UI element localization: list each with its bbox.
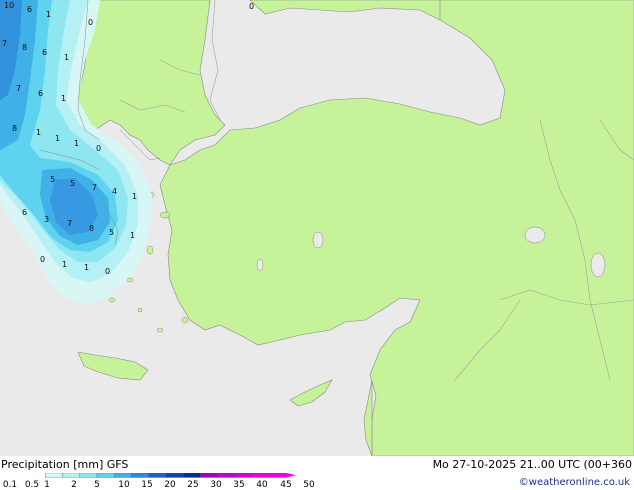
precip-value: 1 <box>46 10 51 19</box>
legend-label: 2 <box>71 480 77 490</box>
precip-value: 7 <box>67 219 72 228</box>
precip-value: 1 <box>130 231 135 240</box>
run-time: Mo 27-10-2025 21..00 UTC (00+360 <box>432 458 632 471</box>
legend-swatch <box>217 473 236 478</box>
legend-label: 15 <box>141 480 153 490</box>
precip-value: 1 <box>64 53 69 62</box>
precip-value: 5 <box>70 179 75 188</box>
legend-swatch <box>183 473 201 478</box>
legend-swatch <box>62 473 80 478</box>
precip-value: 8 <box>89 224 94 233</box>
legend-swatch <box>96 473 115 478</box>
legend-swatch <box>45 473 63 478</box>
precip-value: 7 <box>92 183 97 192</box>
precip-value: 7 <box>16 84 21 93</box>
legend-panel: Precipitation [mm] GFS Mo 27-10-2025 21.… <box>0 456 634 490</box>
precipitation-map[interactable]: 10 617687618 111005 5 7 41163 78 5101100 <box>0 0 634 456</box>
legend-swatch <box>79 473 98 478</box>
precip-value: 10 <box>4 1 14 10</box>
precip-value: 5 <box>109 228 114 237</box>
precip-value: 0 <box>105 267 110 276</box>
legend-swatch <box>165 473 184 478</box>
legend-swatch <box>252 473 270 478</box>
legend-overflow-arrow <box>286 473 296 478</box>
legend-label: 35 <box>233 480 245 490</box>
precip-value: 7 <box>2 39 7 48</box>
precip-value: 5 <box>50 175 55 184</box>
legend-label: 20 <box>164 480 176 490</box>
precip-value: 0 <box>40 255 45 264</box>
precip-value: 0 <box>249 2 254 11</box>
precip-value: 0 <box>96 144 101 153</box>
product-title: Precipitation [mm] GFS <box>1 458 129 471</box>
legend-label: 50 <box>303 480 315 490</box>
legend-swatch <box>148 473 167 478</box>
legend-swatch <box>114 473 132 478</box>
precip-value: 1 <box>55 134 60 143</box>
legend-label: 30 <box>210 480 222 490</box>
precip-value: 1 <box>74 139 79 148</box>
credit-link[interactable]: ©weatheronline.co.uk <box>519 476 630 489</box>
legend-label: 0.5 <box>24 480 40 490</box>
legend-swatch <box>200 473 218 478</box>
map-frame: 10 6 1 7 6 8 7 6 1 8 1 1 1 0 0 5 5 7 4 1 1 6 3 7 8 5 1 0 1 1 0 0 Precip… <box>0 0 634 490</box>
precip-value: 8 <box>22 43 27 52</box>
color-scale-bar <box>45 473 296 478</box>
precip-value: 0 <box>88 18 93 27</box>
precip-value: 1 <box>62 260 67 269</box>
legend-label: 40 <box>256 480 268 490</box>
precip-value: 6 <box>27 5 32 14</box>
legend-swatch <box>269 473 287 478</box>
legend-swatch <box>131 473 149 478</box>
precip-value: 6 <box>42 48 47 57</box>
legend-label: 5 <box>94 480 100 490</box>
precip-value: 6 <box>22 208 27 217</box>
precip-value: 1 <box>36 128 41 137</box>
precip-value: 1 <box>84 263 89 272</box>
precip-value: 8 <box>12 124 17 133</box>
precip-value: 3 <box>44 215 49 224</box>
precip-value: 1 <box>61 94 66 103</box>
legend-label: 25 <box>187 480 199 490</box>
legend-label: 0.1 <box>2 480 18 490</box>
legend-label: 10 <box>118 480 130 490</box>
precip-value: 1 <box>132 192 137 201</box>
legend-swatch <box>234 473 253 478</box>
precip-value: 6 <box>38 89 43 98</box>
precip-value: 4 <box>112 187 117 196</box>
legend-label: 45 <box>280 480 292 490</box>
legend-label: 1 <box>44 480 50 490</box>
